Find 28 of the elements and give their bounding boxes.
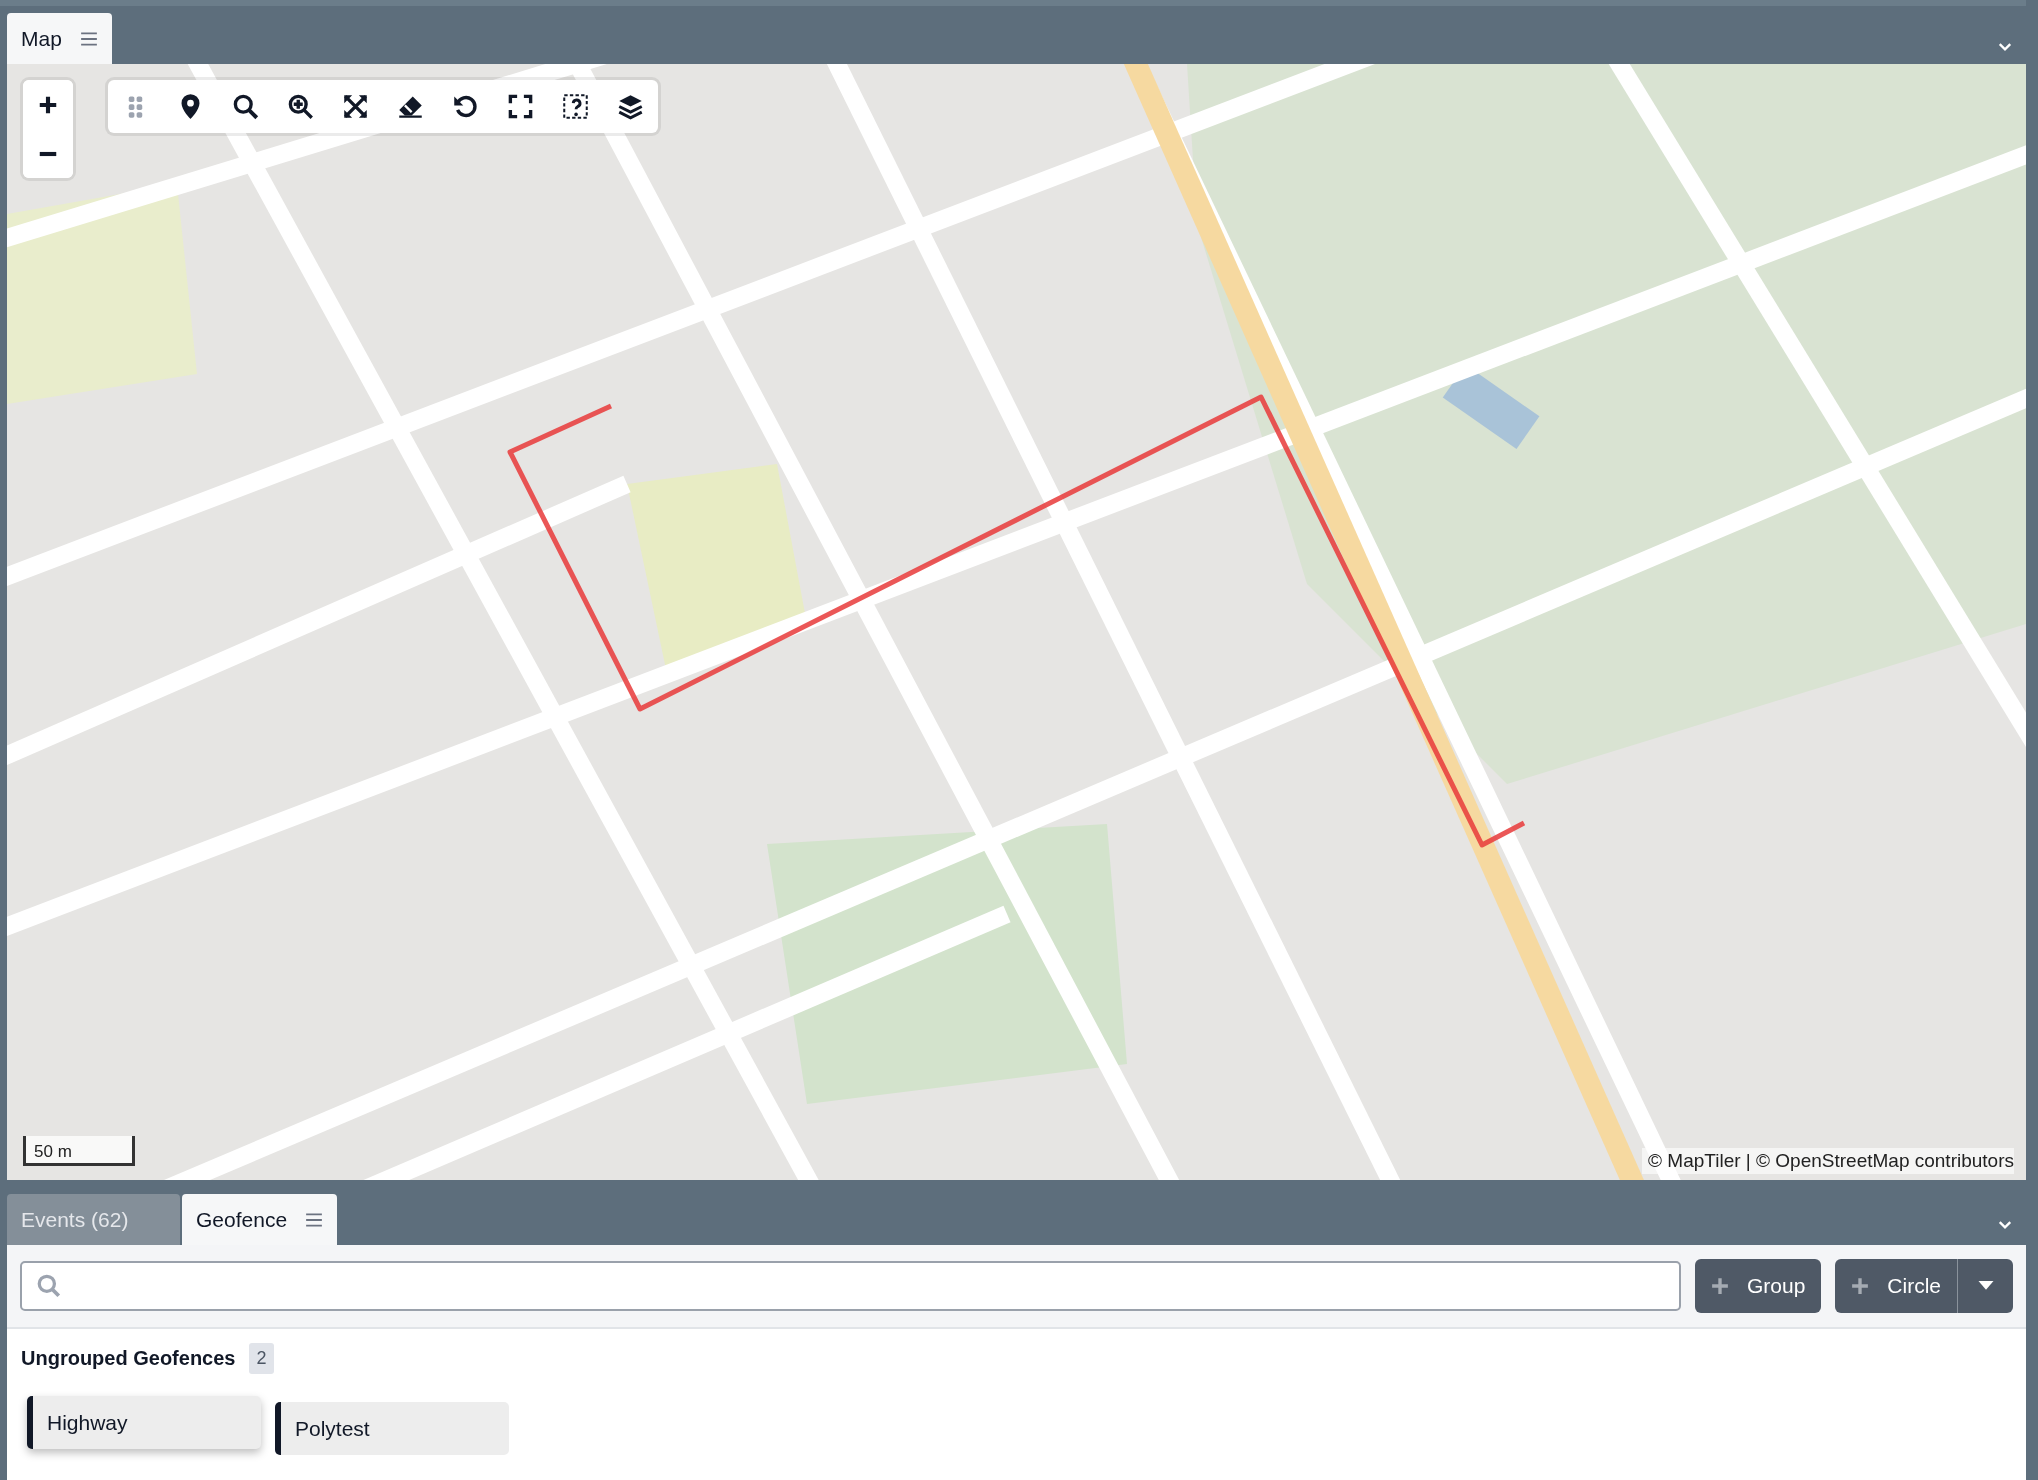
layers-icon[interactable] [617,93,644,120]
menu-icon[interactable] [79,31,98,46]
plus-icon [1851,1277,1870,1295]
search-icon[interactable] [232,93,259,120]
chevron-down-icon[interactable] [1998,1219,2012,1230]
dashed-question-icon[interactable] [562,93,589,120]
count-badge: 2 [249,1343,274,1374]
geofence-item[interactable]: Highway [27,1396,261,1449]
add-circle-button[interactable]: Circle [1835,1259,1958,1313]
add-group-button[interactable]: Group [1694,1259,1822,1313]
panel-tab[interactable]: Map [7,13,112,64]
caret-down-icon [1977,1281,1994,1291]
undo-icon[interactable] [452,93,479,120]
search-icon [36,1273,62,1299]
chevron-down-icon[interactable] [1998,42,2012,52]
fullscreen-icon[interactable] [507,93,534,120]
section-title: Ungrouped Geofences [21,1347,236,1370]
plus-icon [1710,1277,1729,1295]
map-attribution: © MapTiler | © OpenStreetMap contributors [1642,1148,2014,1174]
dropdown-button[interactable] [1958,1259,2013,1313]
panel-tab[interactable]: Geofence [182,1194,338,1245]
expand-arrows-icon[interactable] [342,93,369,120]
scale-bar: 50 m [23,1136,135,1166]
minus-icon [37,150,59,157]
search-field[interactable] [20,1261,1681,1311]
geofence-item[interactable]: Polytest [275,1402,509,1455]
menu-icon[interactable] [305,1212,324,1227]
zoom-in-icon[interactable] [287,93,314,120]
